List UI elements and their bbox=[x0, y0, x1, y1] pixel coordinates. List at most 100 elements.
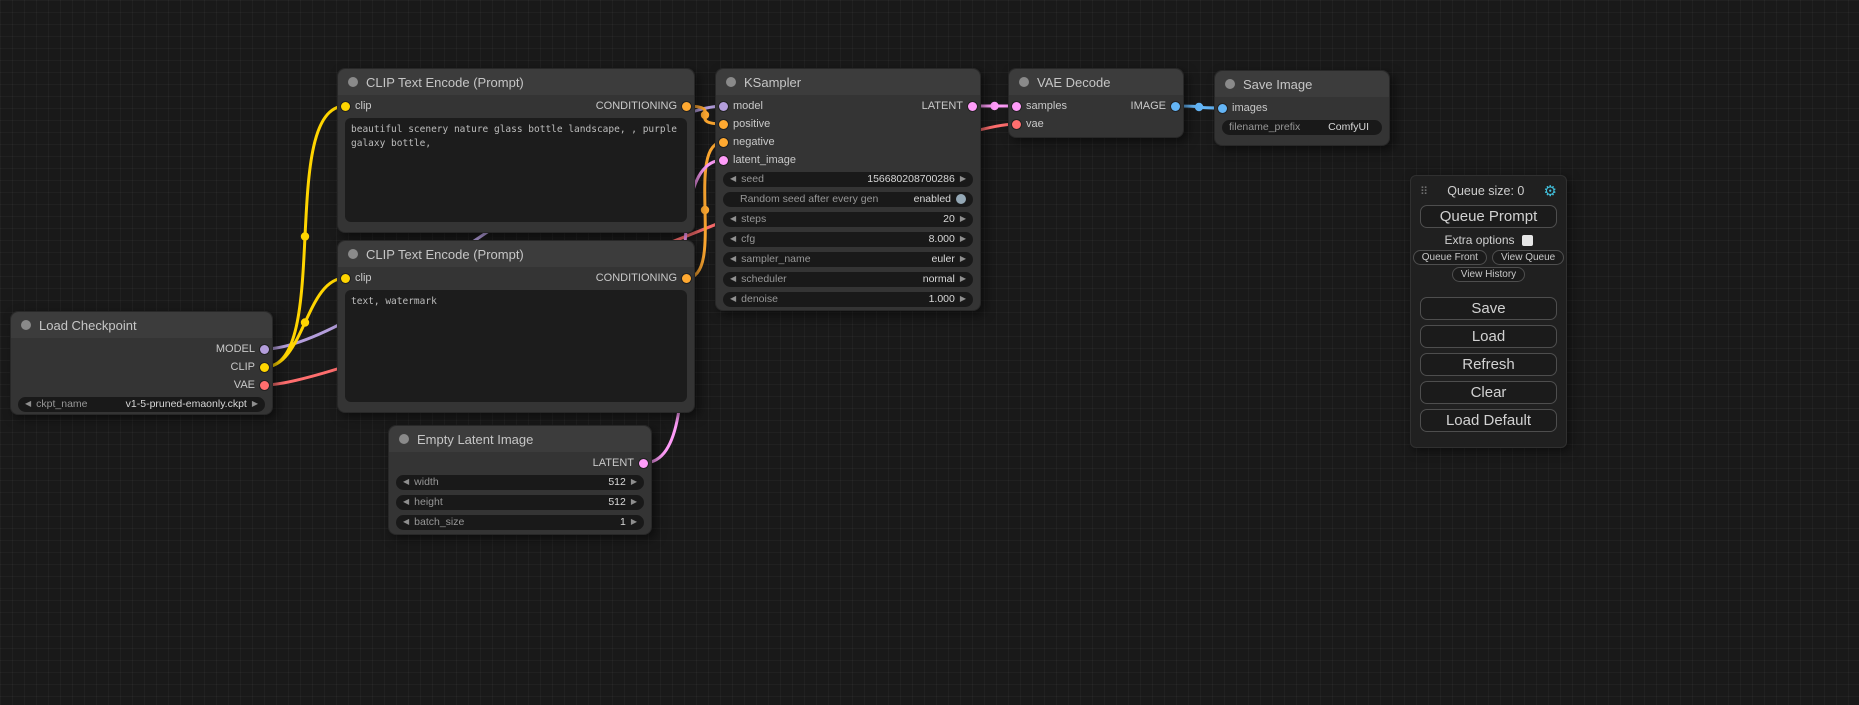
refresh-button[interactable]: Refresh bbox=[1420, 353, 1557, 376]
increment-arrow-icon[interactable]: ▶ bbox=[960, 175, 966, 183]
filename-prefix-widget[interactable]: filename_prefix ComfyUI bbox=[1222, 120, 1382, 135]
conditioning-port-dot-icon[interactable] bbox=[682, 102, 691, 111]
model-port-dot-icon[interactable] bbox=[260, 345, 269, 354]
input-port-negative[interactable]: negative bbox=[716, 136, 775, 148]
queue-menu-panel[interactable]: ⠿ Queue size: 0 ⚙ Queue Prompt Extra opt… bbox=[1410, 175, 1567, 448]
input-port-latent-image[interactable]: latent_image bbox=[716, 154, 796, 166]
input-port-positive[interactable]: positive bbox=[716, 118, 770, 130]
vae-port-dot-icon[interactable] bbox=[260, 381, 269, 390]
model-port-dot-icon[interactable] bbox=[719, 102, 728, 111]
queue-front-button[interactable]: Queue Front bbox=[1413, 250, 1487, 265]
node-clip-text-encode-negative[interactable]: CLIP Text Encode (Prompt) clip CONDITION… bbox=[337, 240, 695, 413]
decrement-arrow-icon[interactable]: ◀ bbox=[403, 518, 409, 526]
output-port-clip[interactable]: CLIP bbox=[231, 361, 272, 373]
decrement-arrow-icon[interactable]: ◀ bbox=[730, 235, 736, 243]
node-title-bar[interactable]: VAE Decode bbox=[1009, 69, 1183, 95]
input-port-vae[interactable]: vae bbox=[1009, 118, 1044, 130]
latent-port-dot-icon[interactable] bbox=[968, 102, 977, 111]
decrement-arrow-icon[interactable]: ◀ bbox=[730, 175, 736, 183]
clip-port-dot-icon[interactable] bbox=[341, 274, 350, 283]
node-graph-canvas[interactable]: Load Checkpoint MODEL CLIP VAE bbox=[0, 0, 1859, 705]
node-vae-decode[interactable]: VAE Decode samples IMAGE vae bbox=[1008, 68, 1184, 138]
clear-button[interactable]: Clear bbox=[1420, 381, 1557, 404]
image-port-dot-icon[interactable] bbox=[1171, 102, 1180, 111]
sampler-name-widget[interactable]: ◀ sampler_name euler ▶ bbox=[723, 252, 973, 267]
input-port-images[interactable]: images bbox=[1215, 102, 1267, 114]
node-title-bar[interactable]: Save Image bbox=[1215, 71, 1389, 97]
collapse-toggle-icon[interactable] bbox=[399, 434, 409, 444]
node-title-bar[interactable]: Empty Latent Image bbox=[389, 426, 651, 452]
settings-gear-icon[interactable]: ⚙ bbox=[1544, 184, 1557, 199]
conditioning-port-dot-icon[interactable] bbox=[719, 138, 728, 147]
input-port-clip[interactable]: clip bbox=[338, 272, 372, 284]
collapse-toggle-icon[interactable] bbox=[21, 320, 31, 330]
scheduler-widget[interactable]: ◀ scheduler normal ▶ bbox=[723, 272, 973, 287]
decrement-arrow-icon[interactable]: ◀ bbox=[730, 295, 736, 303]
prompt-textarea[interactable]: beautiful scenery nature glass bottle la… bbox=[345, 118, 687, 222]
output-port-latent[interactable]: LATENT bbox=[593, 457, 651, 469]
node-title-bar[interactable]: CLIP Text Encode (Prompt) bbox=[338, 241, 694, 267]
clip-port-dot-icon[interactable] bbox=[260, 363, 269, 372]
increment-arrow-icon[interactable]: ▶ bbox=[252, 400, 258, 408]
decrement-arrow-icon[interactable]: ◀ bbox=[730, 275, 736, 283]
node-title-bar[interactable]: CLIP Text Encode (Prompt) bbox=[338, 69, 694, 95]
output-port-conditioning[interactable]: CONDITIONING bbox=[596, 100, 694, 112]
load-button[interactable]: Load bbox=[1420, 325, 1557, 348]
input-port-clip[interactable]: clip bbox=[338, 100, 372, 112]
decrement-arrow-icon[interactable]: ◀ bbox=[730, 215, 736, 223]
load-default-button[interactable]: Load Default bbox=[1420, 409, 1557, 432]
latent-port-dot-icon[interactable] bbox=[1012, 102, 1021, 111]
increment-arrow-icon[interactable]: ▶ bbox=[960, 235, 966, 243]
increment-arrow-icon[interactable]: ▶ bbox=[631, 478, 637, 486]
seed-widget[interactable]: ◀ seed 156680208700286 ▶ bbox=[723, 172, 973, 187]
extra-options-checkbox[interactable] bbox=[1522, 235, 1533, 246]
decrement-arrow-icon[interactable]: ◀ bbox=[730, 255, 736, 263]
drag-handle-icon[interactable]: ⠿ bbox=[1420, 185, 1428, 198]
prompt-textarea[interactable]: text, watermark bbox=[345, 290, 687, 402]
view-queue-button[interactable]: View Queue bbox=[1492, 250, 1564, 265]
increment-arrow-icon[interactable]: ▶ bbox=[960, 275, 966, 283]
steps-widget[interactable]: ◀ steps 20 ▶ bbox=[723, 212, 973, 227]
node-ksampler[interactable]: KSampler model LATENT positive bbox=[715, 68, 981, 311]
collapse-toggle-icon[interactable] bbox=[348, 77, 358, 87]
collapse-toggle-icon[interactable] bbox=[1019, 77, 1029, 87]
latent-port-dot-icon[interactable] bbox=[639, 459, 648, 468]
node-title-bar[interactable]: Load Checkpoint bbox=[11, 312, 272, 338]
queue-prompt-button[interactable]: Queue Prompt bbox=[1420, 205, 1557, 228]
collapse-toggle-icon[interactable] bbox=[726, 77, 736, 87]
height-widget[interactable]: ◀ height 512 ▶ bbox=[396, 495, 644, 510]
cfg-widget[interactable]: ◀ cfg 8.000 ▶ bbox=[723, 232, 973, 247]
output-port-conditioning[interactable]: CONDITIONING bbox=[596, 272, 694, 284]
width-widget[interactable]: ◀ width 512 ▶ bbox=[396, 475, 644, 490]
batch-size-widget[interactable]: ◀ batch_size 1 ▶ bbox=[396, 515, 644, 530]
node-load-checkpoint[interactable]: Load Checkpoint MODEL CLIP VAE bbox=[10, 311, 273, 415]
increment-arrow-icon[interactable]: ▶ bbox=[631, 518, 637, 526]
denoise-widget[interactable]: ◀ denoise 1.000 ▶ bbox=[723, 292, 973, 307]
seed-toggle-knob-icon[interactable] bbox=[956, 194, 966, 204]
decrement-arrow-icon[interactable]: ◀ bbox=[25, 400, 31, 408]
output-port-model[interactable]: MODEL bbox=[216, 343, 272, 355]
collapse-toggle-icon[interactable] bbox=[1225, 79, 1235, 89]
random-seed-control-widget[interactable]: Random seed after every gen enabled bbox=[723, 192, 973, 207]
increment-arrow-icon[interactable]: ▶ bbox=[960, 295, 966, 303]
conditioning-port-dot-icon[interactable] bbox=[719, 120, 728, 129]
node-clip-text-encode-positive[interactable]: CLIP Text Encode (Prompt) clip CONDITION… bbox=[337, 68, 695, 233]
collapse-toggle-icon[interactable] bbox=[348, 249, 358, 259]
node-save-image[interactable]: Save Image images filename_prefix ComfyU… bbox=[1214, 70, 1390, 146]
save-button[interactable]: Save bbox=[1420, 297, 1557, 320]
clip-port-dot-icon[interactable] bbox=[341, 102, 350, 111]
decrement-arrow-icon[interactable]: ◀ bbox=[403, 498, 409, 506]
image-port-dot-icon[interactable] bbox=[1218, 104, 1227, 113]
input-port-model[interactable]: model bbox=[716, 100, 763, 112]
latent-port-dot-icon[interactable] bbox=[719, 156, 728, 165]
output-port-latent[interactable]: LATENT bbox=[922, 100, 980, 112]
increment-arrow-icon[interactable]: ▶ bbox=[631, 498, 637, 506]
output-port-vae[interactable]: VAE bbox=[234, 379, 272, 391]
node-empty-latent-image[interactable]: Empty Latent Image LATENT ◀ width 512 ▶ … bbox=[388, 425, 652, 535]
increment-arrow-icon[interactable]: ▶ bbox=[960, 255, 966, 263]
node-title-bar[interactable]: KSampler bbox=[716, 69, 980, 95]
view-history-button[interactable]: View History bbox=[1452, 267, 1525, 282]
vae-port-dot-icon[interactable] bbox=[1012, 120, 1021, 129]
decrement-arrow-icon[interactable]: ◀ bbox=[403, 478, 409, 486]
ckpt-name-widget[interactable]: ◀ ckpt_name v1-5-pruned-emaonly.ckpt ▶ bbox=[18, 397, 265, 412]
